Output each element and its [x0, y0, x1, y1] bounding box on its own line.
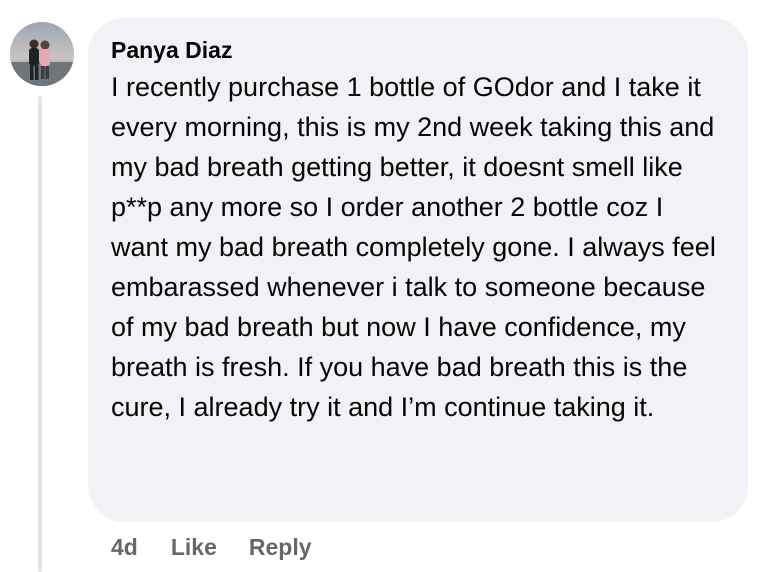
comment-text: I recently purchase 1 bottle of GOdor an…: [111, 72, 716, 422]
comment-timestamp[interactable]: 4d: [111, 534, 138, 561]
profile-photo-avatar: [10, 22, 74, 86]
like-button[interactable]: Like: [171, 534, 217, 561]
comment-bubble: Panya Diaz I recently purchase 1 bottle …: [88, 18, 748, 522]
thread-line: [38, 96, 42, 572]
avatar[interactable]: [10, 22, 74, 86]
comment-author-name[interactable]: Panya Diaz: [111, 35, 724, 65]
comment-actions: 4d Like Reply: [111, 531, 344, 563]
reply-button[interactable]: Reply: [249, 534, 312, 561]
